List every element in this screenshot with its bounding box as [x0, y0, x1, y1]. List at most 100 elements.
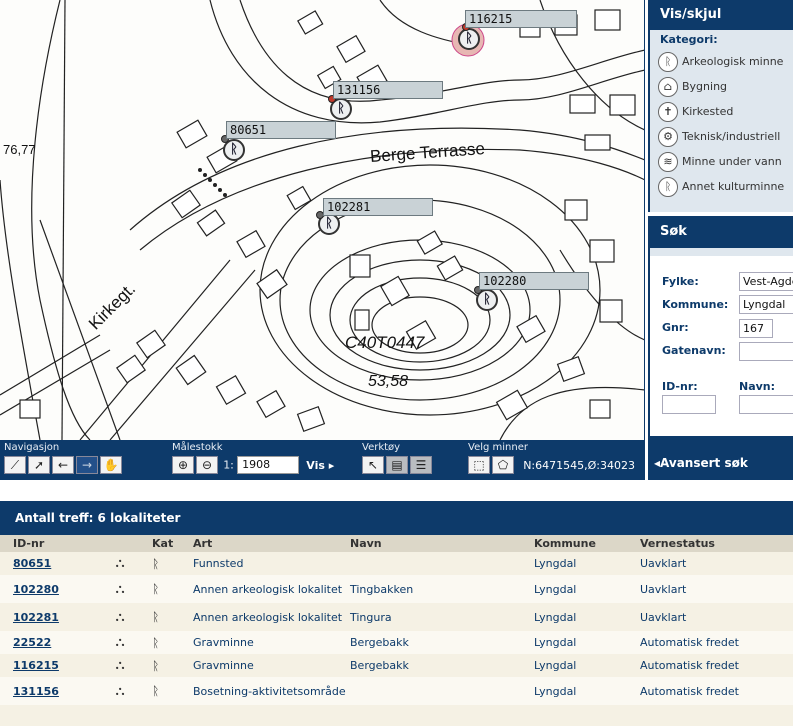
fylke-select[interactable]: Vest-Agder [739, 272, 793, 291]
navn-label: Navn: [739, 380, 776, 393]
kategori-vann[interactable]: ≋ Minne under vann [650, 149, 793, 174]
search-title: Søk [650, 216, 793, 248]
col-kat[interactable]: Kat [152, 535, 193, 552]
scale-prefix: 1: [223, 458, 234, 472]
results-header-row: ID-nr Kat Art Navn Kommune Vernestatus [0, 535, 793, 552]
marker-label-80651[interactable]: 80651 [226, 121, 336, 139]
navn-input[interactable] [739, 395, 793, 414]
results-title: Antall treff: 6 lokaliteter [0, 501, 793, 535]
hand-pan-icon[interactable]: ✋ [100, 456, 122, 474]
arkeologisk-icon: ᚱ [658, 51, 678, 72]
kategori-kirkested[interactable]: ✝ Kirkested [650, 99, 793, 124]
idnr-label: ID-nr: [662, 380, 698, 393]
pointer-icon[interactable]: ↖ [362, 456, 384, 474]
kommune-label: Kommune: [662, 298, 729, 311]
gnr-input[interactable]: 167 [739, 319, 773, 338]
navigation-group: Navigasjon ⟋ ➚ ← → ✋ [4, 442, 124, 474]
map-view[interactable]: Berge Terrasse Kirkegt. 76,77 53,58 C40T… [0, 0, 645, 440]
navn-cell: Tingbakken [350, 575, 534, 603]
marker-icon-116215[interactable]: ᚱ [458, 28, 480, 50]
vis-button[interactable]: Vis ▸ [306, 459, 334, 472]
kommune-cell: Lyngdal [534, 677, 640, 705]
navn-cell: Bergebakk [350, 654, 534, 677]
id-link[interactable]: 22522 [13, 636, 51, 649]
vernestatus-cell: Uavklart [640, 603, 793, 631]
col-navn[interactable]: Navn [350, 535, 534, 552]
kategori-label-annet: Annet kulturminne [682, 180, 785, 193]
marker-label-102280[interactable]: 102280 [479, 272, 589, 290]
velg-minner-label: Velg minner [468, 442, 528, 453]
pan-line-icon[interactable]: ⟋ [4, 456, 26, 474]
bygning-icon: ⌂ [658, 76, 678, 97]
id-link[interactable]: 116215 [13, 659, 59, 672]
col-idnr[interactable]: ID-nr [0, 535, 88, 552]
kommune-cell: Lyngdal [534, 631, 640, 654]
id-link[interactable]: 131156 [13, 685, 59, 698]
avansert-sok-link[interactable]: ◂Avansert søk [650, 436, 793, 480]
tools-group: Verktøy ↖ ▤ ☰ [362, 442, 434, 474]
marker-label-131156[interactable]: 131156 [333, 81, 443, 99]
search-form: Fylke: Vest-Agder Kommune: Lyngdal Gnr: … [650, 248, 793, 480]
vernestatus-cell: Uavklart [640, 552, 793, 575]
height-label-2: 53,58 [368, 373, 409, 390]
idnr-input[interactable] [662, 395, 716, 414]
col-art[interactable]: Art [193, 535, 350, 552]
vann-icon: ≋ [658, 151, 678, 172]
kategori-arkeologisk[interactable]: ᚱ Arkeologisk minne [650, 49, 793, 74]
select-group: Velg minner ⬚ ⬠ N:6471545,Ø:34023 [468, 442, 635, 474]
location-dots-icon: ⛬ [88, 654, 152, 677]
gnr-label: Gnr: [662, 321, 689, 334]
id-link[interactable]: 102280 [13, 583, 59, 596]
kirkested-icon: ✝ [658, 101, 678, 122]
forward-arrow-icon[interactable]: → [76, 456, 98, 474]
table-row[interactable]: 102280 ⛬ ᚱ Annen arkeologisk lokalitet T… [0, 575, 793, 603]
kategori-bygning[interactable]: ⌂ Bygning [650, 74, 793, 99]
navn-cell [350, 677, 534, 705]
rect-select-icon[interactable]: ⬚ [468, 456, 490, 474]
navn-cell: Tingura [350, 603, 534, 631]
navn-cell [350, 552, 534, 575]
kommune-cell: Lyngdal [534, 575, 640, 603]
id-link[interactable]: 102281 [13, 611, 59, 624]
marker-label-116215[interactable]: 116215 [465, 10, 577, 28]
vis-label: Vis [306, 458, 325, 472]
id-link[interactable]: 80651 [13, 557, 51, 570]
parcel-label: C40T0447 [345, 333, 425, 352]
select-arrow-icon[interactable]: ➚ [28, 456, 50, 474]
table-row[interactable]: 22522 ⛬ ᚱ Gravminne Bergebakk Lyngdal Au… [0, 631, 793, 654]
scale-input[interactable]: 1908 [237, 456, 300, 474]
gatenavn-input[interactable] [739, 342, 793, 361]
col-kommune[interactable]: Kommune [534, 535, 640, 552]
verktoy-label: Verktøy [362, 442, 401, 453]
kat-icon: ᚱ [152, 575, 193, 603]
col-vernestatus[interactable]: Vernestatus [640, 535, 793, 552]
art-cell: Gravminne [193, 654, 350, 677]
table-row[interactable]: 80651 ⛬ ᚱ Funnsted Lyngdal Uavklart [0, 552, 793, 575]
kommune-cell: Lyngdal [534, 654, 640, 677]
table-row[interactable]: 131156 ⛬ ᚱ Bosetning-aktivitetsområde Ly… [0, 677, 793, 705]
vernestatus-cell: Automatisk fredet [640, 631, 793, 654]
kategori-teknisk[interactable]: ⚙ Teknisk/industriell [650, 124, 793, 149]
back-arrow-icon[interactable]: ← [52, 456, 74, 474]
kategori-label: Kategori: [660, 33, 718, 46]
kat-icon: ᚱ [152, 552, 193, 575]
marker-label-102281[interactable]: 102281 [323, 198, 433, 216]
malestokk-label: Målestokk [172, 442, 223, 453]
list-icon[interactable]: ☰ [410, 456, 432, 474]
kategori-label-arkeologisk: Arkeologisk minne [682, 55, 784, 68]
poly-select-icon[interactable]: ⬠ [492, 456, 514, 474]
ruler-icon[interactable]: ▤ [386, 456, 408, 474]
art-cell: Annen arkeologisk lokalitet [193, 575, 350, 603]
table-row[interactable]: 102281 ⛬ ᚱ Annen arkeologisk lokalitet T… [0, 603, 793, 631]
kat-icon: ᚱ [152, 631, 193, 654]
zoom-in-icon[interactable]: ⊕ [172, 456, 194, 474]
art-cell: Gravminne [193, 631, 350, 654]
zoom-out-icon[interactable]: ⊖ [196, 456, 218, 474]
kat-icon: ᚱ [152, 603, 193, 631]
table-row[interactable]: 116215 ⛬ ᚱ Gravminne Bergebakk Lyngdal A… [0, 654, 793, 677]
results-panel: Antall treff: 6 lokaliteter ID-nr Kat Ar… [0, 501, 793, 726]
kategori-label-teknisk: Teknisk/industriell [682, 130, 781, 143]
coordinates-readout: N:6471545,Ø:34023 [523, 458, 635, 472]
kategori-annet[interactable]: ᚱ Annet kulturminne [650, 174, 793, 199]
kommune-select[interactable]: Lyngdal [739, 295, 793, 314]
